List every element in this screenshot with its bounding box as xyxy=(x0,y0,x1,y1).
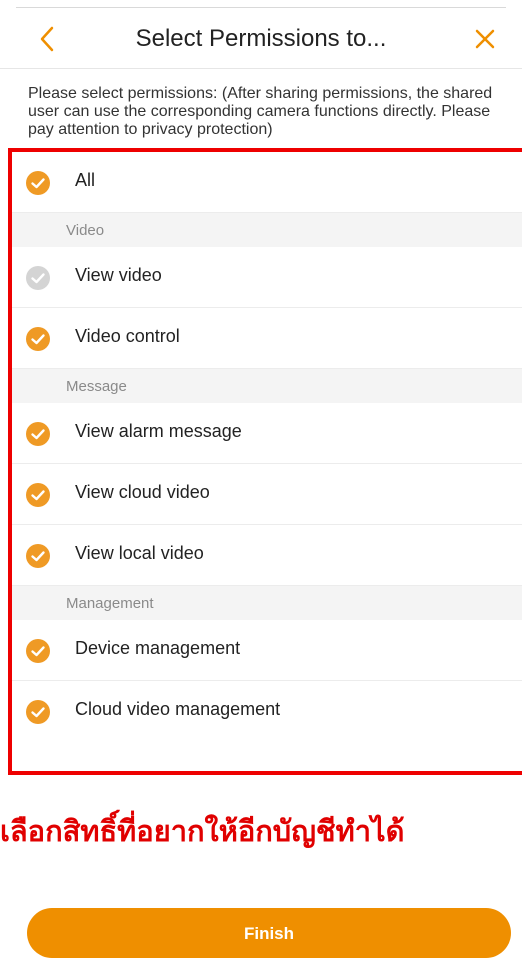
finish-button[interactable]: Finish xyxy=(27,908,511,958)
instructions-text: Please select permissions: (After sharin… xyxy=(28,85,493,138)
header-divider xyxy=(0,68,522,69)
close-button[interactable] xyxy=(470,22,500,56)
page-title: Select Permissions to... xyxy=(135,25,387,52)
header-bar: Select Permissions to... xyxy=(0,8,522,68)
annotation-caption: เลือกสิทธิ์ที่อยากให้อีกบัญชีทำได้ xyxy=(0,816,405,848)
chevron-left-icon xyxy=(40,26,54,52)
highlight-box xyxy=(8,148,522,775)
close-icon xyxy=(475,29,495,49)
back-button[interactable] xyxy=(34,22,64,56)
